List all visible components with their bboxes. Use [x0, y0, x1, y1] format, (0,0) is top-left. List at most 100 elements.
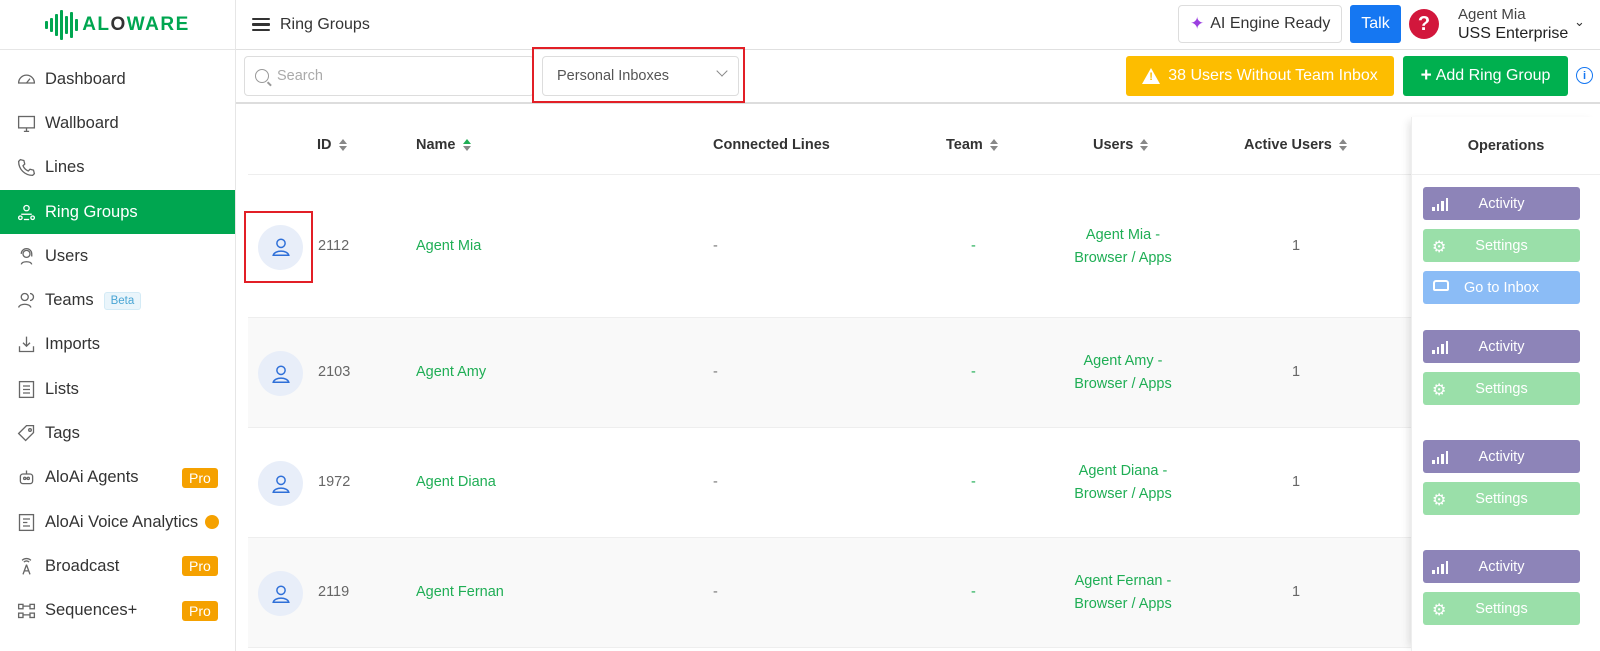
- sidebar-item-imports[interactable]: Imports: [0, 323, 235, 367]
- row-users-link[interactable]: Agent Fernan - Browser / Apps: [1063, 570, 1183, 616]
- sidebar-item-dashboard[interactable]: Dashboard: [0, 57, 235, 101]
- list-icon: [15, 378, 37, 400]
- go-to-inbox-button[interactable]: Go to Inbox: [1423, 271, 1580, 304]
- table-row[interactable]: 1972 Agent Diana - - Agent Diana - Browser / …: [248, 428, 1588, 538]
- sidebar-item-aloai-agents[interactable]: AloAi Agents Pro: [0, 456, 235, 500]
- settings-button[interactable]: ⚙ Settings: [1423, 229, 1580, 262]
- row-users-line2: Browser / Apps: [1074, 249, 1172, 266]
- sidebar-item-label: Dashboard: [45, 69, 126, 88]
- column-header-active-users[interactable]: Active Users: [1244, 137, 1347, 153]
- row-name-link[interactable]: Agent Fernan: [416, 584, 504, 600]
- logo-text: ALOWARE: [82, 13, 190, 35]
- help-icon[interactable]: ?: [1409, 9, 1439, 39]
- sidebar-item-broadcast[interactable]: Broadcast Pro: [0, 544, 235, 588]
- agent-name: Agent Mia: [1458, 6, 1526, 23]
- aloware-logo[interactable]: ALOWARE: [0, 0, 235, 50]
- row-users-link[interactable]: Agent Diana - Browser / Apps: [1063, 460, 1183, 506]
- column-header-name[interactable]: Name: [416, 137, 471, 153]
- users-without-team-inbox-button[interactable]: 38 Users Without Team Inbox: [1126, 56, 1394, 96]
- activity-button[interactable]: Activity: [1423, 440, 1580, 473]
- row-name-link[interactable]: Agent Mia: [416, 238, 481, 254]
- search-input[interactable]: [277, 68, 517, 84]
- signal-bars-icon: [1432, 196, 1450, 211]
- warning-label: 38 Users Without Team Inbox: [1168, 67, 1378, 84]
- activity-button[interactable]: Activity: [1423, 187, 1580, 220]
- toolbar: Personal Inboxes 38 Users Without Team I…: [236, 47, 1600, 104]
- sort-icon: [1140, 139, 1149, 151]
- sidebar-item-lists[interactable]: Lists: [0, 367, 235, 411]
- robot-icon: [15, 467, 37, 489]
- activity-label: Activity: [1478, 338, 1525, 355]
- table-body: 2112 Agent Mia - - Agent Mia - Browser / Apps…: [244, 175, 1588, 648]
- activity-label: Activity: [1478, 448, 1525, 465]
- avatar[interactable]: [258, 571, 303, 616]
- row-name-link[interactable]: Agent Diana: [416, 474, 496, 490]
- tag-icon: [15, 423, 37, 445]
- activity-label: Activity: [1478, 558, 1525, 575]
- sort-icon: [338, 139, 347, 151]
- sidebar-item-wallboard[interactable]: Wallboard: [0, 101, 235, 145]
- activity-button[interactable]: Activity: [1423, 330, 1580, 363]
- row-users-line2: Browser / Apps: [1074, 376, 1172, 392]
- ring-groups-icon: [15, 201, 37, 223]
- hamburger-menu-icon[interactable]: [252, 17, 270, 32]
- settings-button[interactable]: ⚙ Settings: [1423, 372, 1580, 405]
- row-team: -: [971, 584, 976, 600]
- beta-badge: Beta: [103, 291, 142, 310]
- settings-button[interactable]: ⚙ Settings: [1423, 592, 1580, 625]
- gears-icon: ⚙: [1432, 382, 1447, 399]
- column-header-team[interactable]: Team: [946, 137, 998, 153]
- table-row[interactable]: 2119 Agent Fernan - - Agent Fernan - Browser …: [248, 538, 1588, 648]
- sidebar-item-lines[interactable]: Lines: [0, 146, 235, 190]
- row-team: -: [971, 237, 976, 254]
- table-row[interactable]: 2103 Agent Amy - - Agent Amy - Browser / Apps…: [248, 318, 1588, 428]
- user-headset-icon: [15, 245, 37, 267]
- agent-profile-menu[interactable]: Agent Mia USS Enterprise: [1458, 5, 1568, 43]
- row-id: 2119: [318, 584, 350, 600]
- gears-icon: ⚙: [1432, 492, 1447, 509]
- row-users-link[interactable]: Agent Amy - Browser / Apps: [1063, 350, 1183, 396]
- column-header-users[interactable]: Users: [1093, 137, 1149, 153]
- column-header-id[interactable]: ID: [317, 137, 347, 153]
- analytics-icon: [15, 511, 37, 533]
- dashboard-icon: [15, 68, 37, 90]
- settings-button[interactable]: ⚙ Settings: [1423, 482, 1580, 515]
- ai-engine-status-button[interactable]: ✦ AI Engine Ready: [1178, 5, 1343, 43]
- row-name-link[interactable]: Agent Amy: [416, 364, 486, 380]
- row-active-users: 1: [1292, 364, 1301, 380]
- sidebar-item-aloai-voice-analytics[interactable]: AloAi Voice Analytics: [0, 500, 235, 544]
- inbox-filter-select[interactable]: Personal Inboxes: [542, 56, 739, 96]
- activity-button[interactable]: Activity: [1423, 550, 1580, 583]
- sidebar-nav: Dashboard Wallboard Lines Ring Groups Users T…: [0, 57, 235, 633]
- sidebar-item-users[interactable]: Users: [0, 234, 235, 278]
- inbox-filter-value: Personal Inboxes: [557, 68, 670, 84]
- activity-label: Activity: [1478, 195, 1525, 212]
- gears-icon: ⚙: [1432, 602, 1447, 619]
- avatar[interactable]: [258, 461, 303, 506]
- sidebar-item-ring-groups[interactable]: Ring Groups: [0, 189, 235, 235]
- gears-icon: ⚙: [1432, 239, 1447, 256]
- sidebar-item-teams[interactable]: Teams Beta: [0, 278, 235, 322]
- row-team: -: [971, 364, 976, 380]
- sidebar-item-label: Lists: [45, 379, 79, 398]
- search-box[interactable]: [244, 56, 534, 96]
- sidebar-item-sequences[interactable]: Sequences+ Pro: [0, 589, 235, 633]
- avatar[interactable]: [258, 351, 303, 396]
- agent-company: USS Enterprise: [1458, 25, 1569, 42]
- chevron-down-icon[interactable]: ⌄: [1574, 14, 1585, 30]
- avatar[interactable]: [258, 224, 303, 270]
- inbox-label: Go to Inbox: [1464, 279, 1539, 296]
- row-active-users: 1: [1292, 474, 1301, 490]
- sidebar-item-tags[interactable]: Tags: [0, 411, 235, 455]
- column-header-operations: Operations: [1412, 117, 1600, 175]
- signal-bars-icon: [1432, 559, 1450, 574]
- pro-badge: Pro: [182, 556, 218, 577]
- sidebar-item-label: Ring Groups: [45, 202, 138, 221]
- row-users-link[interactable]: Agent Mia - Browser / Apps: [1063, 224, 1183, 270]
- add-ring-group-button[interactable]: + Add Ring Group: [1403, 56, 1568, 96]
- table-row[interactable]: 2112 Agent Mia - - Agent Mia - Browser / Apps…: [244, 175, 1588, 318]
- signal-bars-icon: [1432, 449, 1450, 464]
- search-icon: [255, 69, 269, 83]
- talk-button[interactable]: Talk: [1350, 5, 1401, 43]
- info-icon[interactable]: i: [1576, 67, 1593, 84]
